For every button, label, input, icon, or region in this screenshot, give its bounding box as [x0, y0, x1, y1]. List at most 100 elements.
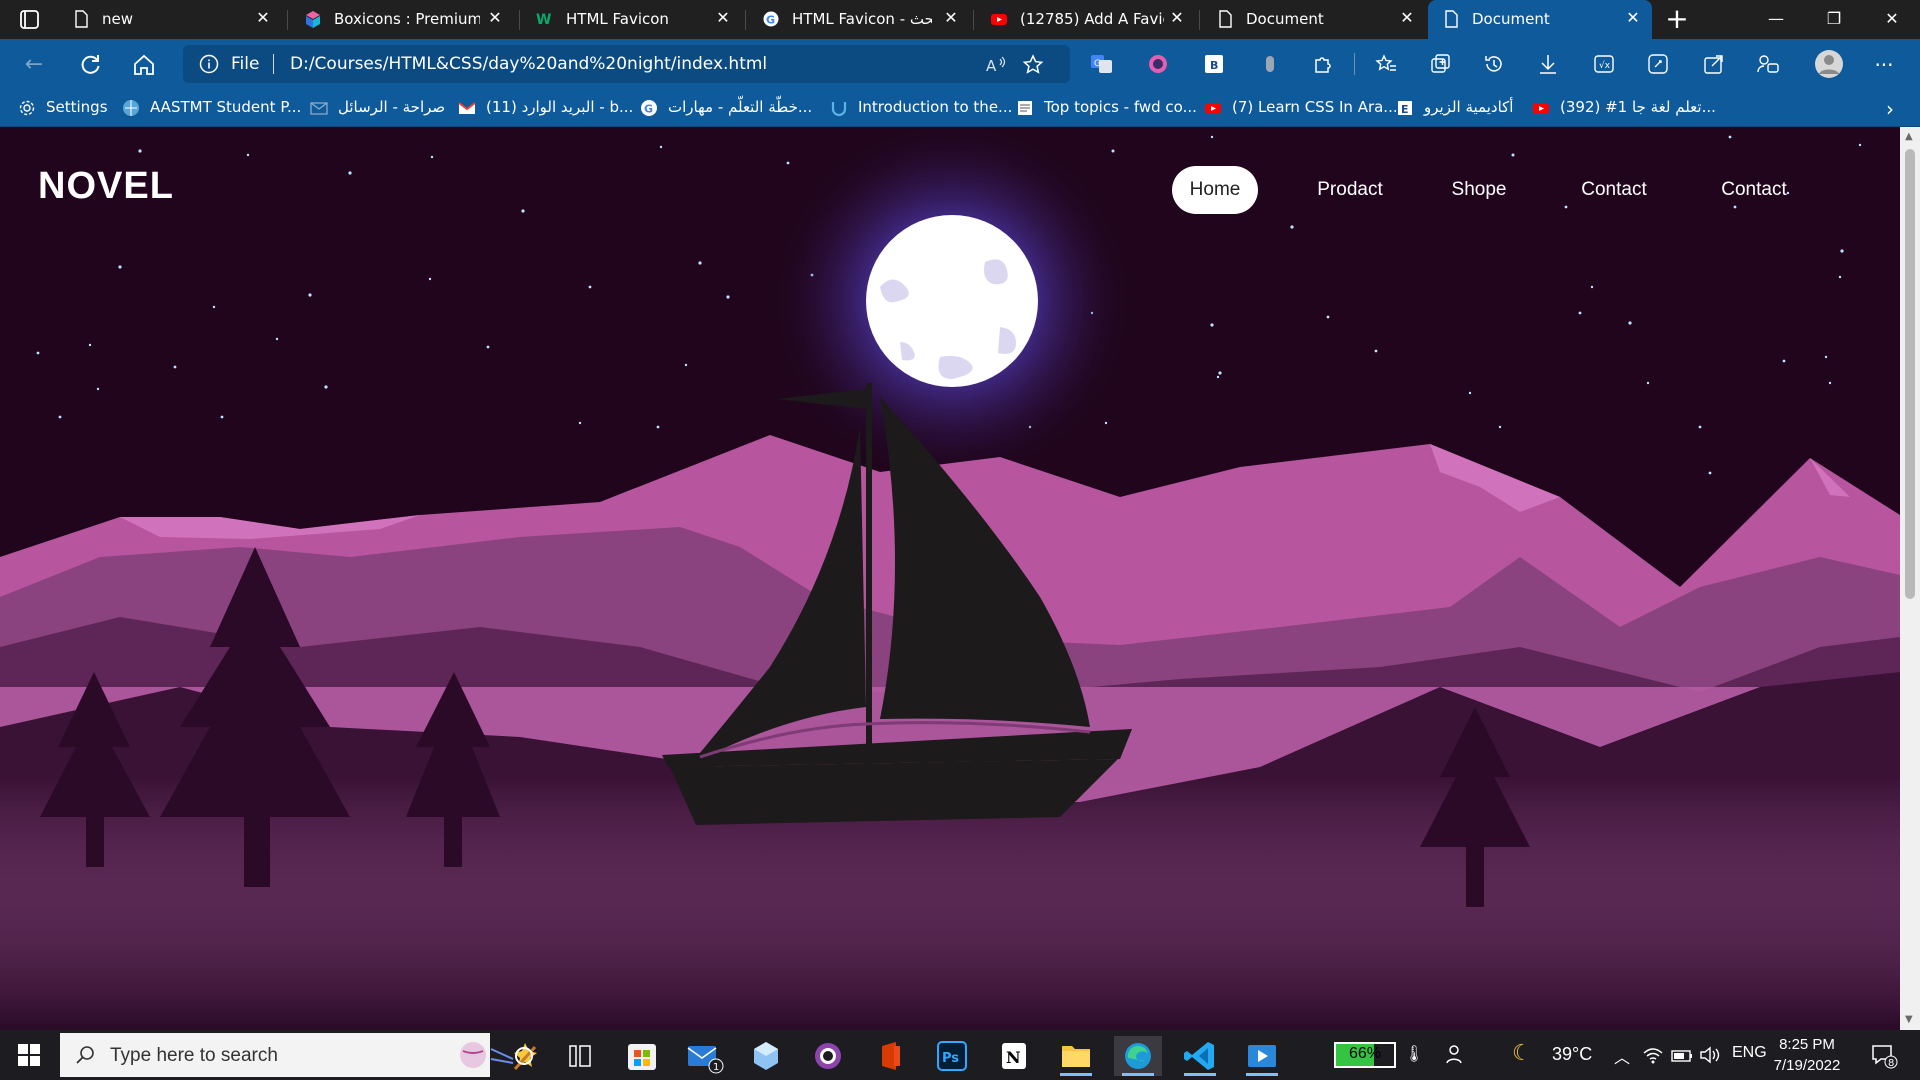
weather-temperature[interactable]: 39°C — [1552, 1044, 1592, 1065]
web-capture-icon[interactable] — [1646, 52, 1670, 76]
file-explorer-app[interactable] — [1052, 1036, 1100, 1076]
plug-icon[interactable]: 🌡 — [1404, 1044, 1424, 1064]
history-icon[interactable] — [1482, 52, 1506, 76]
scheme-label: File — [231, 54, 260, 74]
url-text[interactable]: D:/Courses/HTML&CSS/day%20and%20night/in… — [290, 54, 767, 74]
tab-html-favicon[interactable]: W HTML Favicon ✕ — [522, 0, 742, 39]
volume-icon[interactable] — [1698, 1044, 1722, 1066]
refresh-icon[interactable] — [76, 51, 104, 79]
new-tab-button[interactable]: + — [1662, 4, 1692, 34]
close-icon[interactable]: ✕ — [486, 9, 504, 27]
svg-text:W: W — [536, 12, 551, 28]
restore-button[interactable]: ❐ — [1814, 4, 1854, 34]
doc-icon — [1018, 101, 1032, 115]
page-scrollbar[interactable]: ▲ ▼ — [1900, 127, 1920, 1030]
close-icon[interactable]: ✕ — [254, 9, 272, 27]
tab-separator — [745, 10, 746, 30]
color-picker-extension-icon[interactable] — [1146, 52, 1170, 76]
nav-contact-2[interactable]: Contact — [1712, 166, 1796, 214]
tab-actions-icon[interactable] — [14, 8, 44, 32]
extensions-puzzle-icon[interactable] — [1312, 52, 1336, 76]
extension-icon[interactable] — [1258, 52, 1282, 76]
favorite-label: Top topics - fwd co... — [1044, 98, 1197, 116]
close-icon[interactable]: ✕ — [1168, 9, 1186, 27]
tab-new[interactable]: new ✕ — [58, 0, 284, 39]
favorite-label: أكاديمية الزيرو — [1424, 98, 1514, 116]
windows-start-icon[interactable] — [18, 1044, 40, 1066]
battery-percent-label: 66% — [1348, 1045, 1382, 1062]
tab-google-search[interactable]: G HTML Favicon - بحث G ✕ — [748, 0, 970, 39]
tab-document[interactable]: Document ✕ — [1202, 0, 1426, 39]
scroll-down-arrow-icon[interactable]: ▼ — [1905, 1014, 1915, 1025]
microsoft-store-icon[interactable] — [618, 1036, 666, 1076]
office-icon[interactable] — [866, 1036, 914, 1076]
running-indicator — [1184, 1073, 1216, 1076]
tab-label: new — [102, 10, 134, 28]
translate-extension-icon[interactable]: G — [1090, 52, 1114, 76]
close-icon[interactable]: ✕ — [1398, 9, 1416, 27]
close-icon[interactable]: ✕ — [1624, 9, 1642, 27]
mail-icon[interactable]: 1 — [680, 1036, 728, 1076]
downloads-icon[interactable] — [1536, 52, 1560, 76]
close-window-button[interactable]: ✕ — [1872, 4, 1912, 34]
collections-icon[interactable] — [1428, 52, 1452, 76]
notion-icon[interactable]: N — [990, 1036, 1038, 1076]
3d-viewer-icon[interactable] — [742, 1036, 790, 1076]
cortana-icon[interactable] — [500, 1036, 548, 1076]
people-icon[interactable] — [1444, 1042, 1468, 1066]
gmail-icon — [458, 102, 476, 114]
add-favorite-icon[interactable] — [1021, 53, 1045, 77]
feedback-icon[interactable] — [1756, 52, 1780, 76]
b-extension-icon[interactable]: B — [1202, 52, 1226, 76]
taskbar-search-box[interactable]: Type here to search — [60, 1033, 537, 1077]
math-solver-icon[interactable]: √x — [1592, 52, 1616, 76]
close-icon[interactable]: ✕ — [714, 9, 732, 27]
close-icon[interactable]: ✕ — [942, 9, 960, 27]
github-desktop-icon[interactable] — [804, 1036, 852, 1076]
edge-icon — [1125, 1043, 1151, 1069]
battery-tray-icon[interactable] — [1670, 1046, 1694, 1066]
favorite-label: البريد الوارد (11) - b... — [486, 98, 634, 116]
nav-home[interactable]: Home — [1172, 166, 1258, 214]
minimize-button[interactable]: — — [1756, 4, 1796, 34]
google-icon: G — [641, 100, 657, 116]
svg-text:G: G — [766, 14, 775, 27]
search-icon — [76, 1046, 94, 1064]
tab-youtube[interactable]: (12785) Add A Favicor ✕ — [976, 0, 1196, 39]
svg-text:B: B — [1210, 59, 1218, 72]
favorites-icon[interactable] — [1374, 52, 1398, 76]
address-bar[interactable]: File D:/Courses/HTML&CSS/day%20and%20nig… — [183, 45, 1070, 83]
wifi-icon[interactable] — [1642, 1044, 1664, 1066]
back-button[interactable]: ← — [20, 51, 48, 79]
settings-more-button[interactable]: ··· — [1870, 51, 1898, 79]
udacity-icon — [831, 102, 847, 117]
vscode-app[interactable] — [1176, 1036, 1224, 1076]
read-aloud-icon[interactable]: A — [984, 53, 1008, 77]
photoshop-icon[interactable]: Ps — [928, 1036, 976, 1076]
home-icon[interactable] — [130, 51, 158, 79]
video-editor-app[interactable] — [1238, 1036, 1286, 1076]
edge-app[interactable] — [1114, 1036, 1162, 1076]
battery-indicator[interactable]: 66% — [1334, 1042, 1396, 1068]
scroll-up-arrow-icon[interactable]: ▲ — [1905, 131, 1915, 142]
system-clock[interactable]: 8:25 PM 7/19/2022 — [1762, 1034, 1852, 1076]
nav-product[interactable]: Prodact — [1302, 166, 1398, 214]
nav-shop[interactable]: Shope — [1440, 166, 1518, 214]
clock-date: 7/19/2022 — [1773, 1057, 1841, 1074]
notification-center-icon[interactable]: 8 — [1870, 1042, 1898, 1070]
info-icon[interactable] — [199, 54, 219, 74]
profile-avatar[interactable] — [1814, 49, 1844, 79]
favorite-label: Settings — [46, 98, 108, 116]
tab-document-active[interactable]: Document ✕ — [1428, 0, 1652, 39]
nav-contact[interactable]: Contact — [1572, 166, 1656, 214]
chevron-right-icon[interactable]: › — [1880, 97, 1900, 121]
task-view-icon[interactable] — [556, 1036, 604, 1076]
notification-count: 8 — [1888, 1058, 1894, 1069]
tab-boxicons[interactable]: Boxicons : Premium w ✕ — [290, 0, 516, 39]
youtube-icon — [1533, 103, 1549, 114]
site-logo[interactable]: NOVEL — [38, 165, 174, 208]
share-icon[interactable] — [1702, 52, 1726, 76]
favorite-label: خطّة التعلّم - مهارات... — [668, 98, 813, 116]
scroll-thumb[interactable] — [1905, 149, 1915, 599]
chevron-up-icon[interactable]: ︿ — [1614, 1044, 1630, 1068]
